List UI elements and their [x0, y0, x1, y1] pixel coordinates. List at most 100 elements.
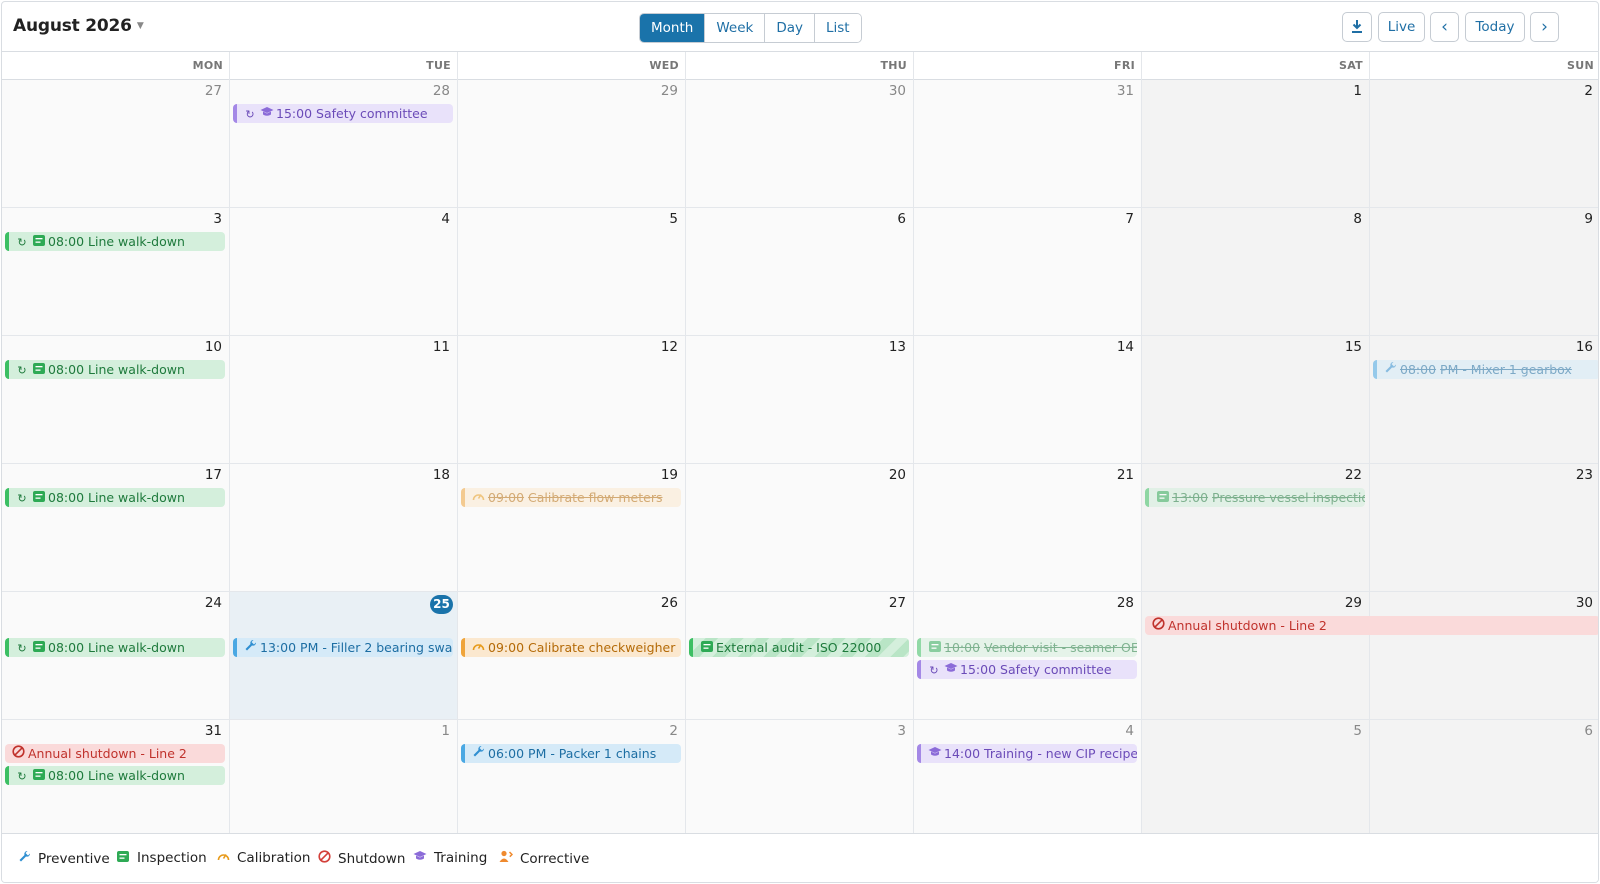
- day-cell[interactable]: 28: [230, 80, 458, 208]
- day-cell[interactable]: 30: [1370, 592, 1598, 720]
- date-number[interactable]: 29: [661, 83, 678, 99]
- day-cell[interactable]: 4: [914, 720, 1142, 848]
- date-number[interactable]: 30: [1576, 595, 1593, 611]
- day-cell[interactable]: 30: [686, 80, 914, 208]
- prev-month-button[interactable]: ‹: [1430, 12, 1459, 42]
- download-button[interactable]: [1342, 12, 1372, 42]
- date-number[interactable]: 11: [433, 339, 450, 355]
- date-number[interactable]: 15: [1345, 339, 1362, 355]
- day-cell[interactable]: 29: [1142, 592, 1370, 720]
- date-number[interactable]: 4: [441, 211, 450, 227]
- day-cell[interactable]: 22: [1142, 464, 1370, 592]
- date-number[interactable]: 8: [1353, 211, 1362, 227]
- date-number[interactable]: 18: [433, 467, 450, 483]
- day-cell[interactable]: 13: [686, 336, 914, 464]
- calendar-event[interactable]: ↻ 08:00 Line walk-down: [5, 488, 225, 507]
- day-cell[interactable]: 1: [230, 720, 458, 848]
- calendar-event[interactable]: ↻ 15:00 Safety committee: [917, 660, 1137, 679]
- calendar-event[interactable]: 13:00 PM - Filler 2 bearing swap: [233, 638, 453, 657]
- calendar-event[interactable]: 08:00 PM - Mixer 1 gearbox: [1373, 360, 1598, 379]
- day-cell[interactable]: 4: [230, 208, 458, 336]
- day-cell[interactable]: 12: [458, 336, 686, 464]
- view-week-button[interactable]: Week: [705, 14, 766, 42]
- calendar-event[interactable]: 10:00 Vendor visit - seamer OEM: [917, 638, 1137, 657]
- calendar-event[interactable]: ↻ 08:00 Line walk-down: [5, 638, 225, 657]
- date-number[interactable]: 17: [205, 467, 222, 483]
- date-number[interactable]: 14: [1117, 339, 1134, 355]
- day-cell[interactable]: 17: [2, 464, 230, 592]
- date-number[interactable]: 3: [897, 723, 906, 739]
- date-number[interactable]: 21: [1117, 467, 1134, 483]
- day-cell[interactable]: 1: [1142, 80, 1370, 208]
- date-number[interactable]: 31: [205, 723, 222, 739]
- date-number[interactable]: 30: [889, 83, 906, 99]
- calendar-event[interactable]: 09:00 Calibrate checkweigher: [461, 638, 681, 657]
- calendar-event[interactable]: Annual shutdown - Line 2: [1145, 616, 1598, 635]
- date-number[interactable]: 22: [1345, 467, 1362, 483]
- day-cell[interactable]: 3: [2, 208, 230, 336]
- date-number[interactable]: 6: [1584, 723, 1593, 739]
- day-cell[interactable]: 31: [914, 80, 1142, 208]
- calendar-event[interactable]: External audit - ISO 22000: [689, 638, 909, 657]
- view-day-button[interactable]: Day: [765, 14, 815, 42]
- day-cell[interactable]: 20: [686, 464, 914, 592]
- date-number[interactable]: 2: [669, 723, 678, 739]
- date-number[interactable]: 19: [661, 467, 678, 483]
- date-number[interactable]: 26: [661, 595, 678, 611]
- day-cell[interactable]: 6: [1370, 720, 1598, 848]
- day-cell[interactable]: 19: [458, 464, 686, 592]
- date-number[interactable]: 13: [889, 339, 906, 355]
- date-number[interactable]: 1: [1353, 83, 1362, 99]
- day-cell[interactable]: 2: [1370, 80, 1598, 208]
- day-cell[interactable]: 5: [458, 208, 686, 336]
- date-number[interactable]: 16: [1576, 339, 1593, 355]
- view-list-button[interactable]: List: [815, 14, 861, 42]
- day-cell[interactable]: 27: [2, 80, 230, 208]
- date-number[interactable]: 27: [205, 83, 222, 99]
- today-date-number[interactable]: 25: [430, 595, 453, 614]
- day-cell[interactable]: 9: [1370, 208, 1598, 336]
- live-button[interactable]: Live: [1378, 12, 1425, 42]
- date-number[interactable]: 7: [1125, 211, 1134, 227]
- calendar-event[interactable]: ↻ 08:00 Line walk-down: [5, 766, 225, 785]
- calendar-event[interactable]: ↻ 15:00 Safety committee: [233, 104, 453, 123]
- today-button[interactable]: Today: [1465, 12, 1525, 42]
- day-cell[interactable]: 15: [1142, 336, 1370, 464]
- date-number[interactable]: 23: [1576, 467, 1593, 483]
- day-cell[interactable]: 18: [230, 464, 458, 592]
- calendar-event[interactable]: ↻ 08:00 Line walk-down: [5, 232, 225, 251]
- date-number[interactable]: 5: [669, 211, 678, 227]
- day-cell[interactable]: 10: [2, 336, 230, 464]
- calendar-event[interactable]: Annual shutdown - Line 2: [5, 744, 225, 763]
- date-number[interactable]: 2: [1584, 83, 1593, 99]
- date-number[interactable]: 20: [889, 467, 906, 483]
- day-cell[interactable]: 7: [914, 208, 1142, 336]
- day-cell[interactable]: 14: [914, 336, 1142, 464]
- day-cell[interactable]: 6: [686, 208, 914, 336]
- date-number[interactable]: 10: [205, 339, 222, 355]
- date-number[interactable]: 12: [661, 339, 678, 355]
- date-number[interactable]: 27: [889, 595, 906, 611]
- next-month-button[interactable]: ›: [1530, 12, 1559, 42]
- month-title[interactable]: August 2026 ▼: [13, 16, 144, 36]
- day-cell[interactable]: 21: [914, 464, 1142, 592]
- calendar-event[interactable]: ↻ 08:00 Line walk-down: [5, 360, 225, 379]
- day-cell[interactable]: 3: [686, 720, 914, 848]
- calendar-event[interactable]: 13:00 Pressure vessel inspection: [1145, 488, 1365, 507]
- day-cell[interactable]: 29: [458, 80, 686, 208]
- date-number[interactable]: 9: [1584, 211, 1593, 227]
- calendar-event[interactable]: 14:00 Training - new CIP recipe: [917, 744, 1137, 763]
- date-number[interactable]: 3: [213, 211, 222, 227]
- calendar-event[interactable]: 06:00 PM - Packer 1 chains: [461, 744, 681, 763]
- date-number[interactable]: 1: [441, 723, 450, 739]
- day-cell[interactable]: 8: [1142, 208, 1370, 336]
- date-number[interactable]: 24: [205, 595, 222, 611]
- day-cell[interactable]: 23: [1370, 464, 1598, 592]
- day-cell[interactable]: 2: [458, 720, 686, 848]
- date-number[interactable]: 31: [1117, 83, 1134, 99]
- day-cell[interactable]: 11: [230, 336, 458, 464]
- day-cell[interactable]: 5: [1142, 720, 1370, 848]
- view-month-button[interactable]: Month: [640, 14, 706, 42]
- date-number[interactable]: 6: [897, 211, 906, 227]
- date-number[interactable]: 5: [1353, 723, 1362, 739]
